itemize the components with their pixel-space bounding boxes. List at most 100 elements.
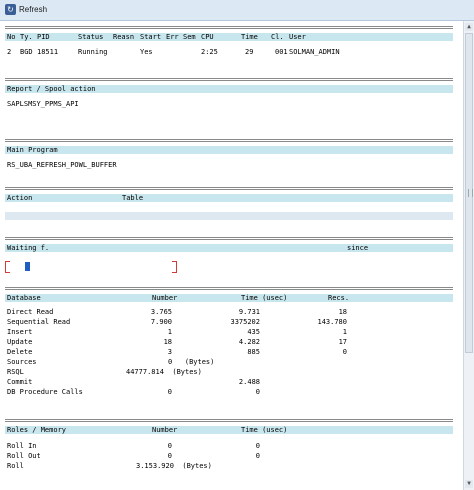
roles-number: 0: [167, 442, 172, 450]
selection-bracket-right: [172, 261, 177, 273]
main-program-title: Main Program: [7, 146, 58, 154]
database-row: Delete 3 885 0: [5, 347, 453, 357]
process-client: 001: [275, 48, 288, 56]
db-number: 0: [167, 388, 172, 396]
main-program-row: RS_UBA_REFRESH_POWL_BUFFER: [5, 160, 453, 170]
toolbar: ↻ Refresh: [0, 0, 474, 21]
db-recs: 0: [342, 348, 347, 356]
process-header-row: No Ty. PID Status Reasn Start Err Sem CP…: [5, 33, 453, 41]
database-row: DB Procedure Calls 0 0: [5, 387, 453, 397]
db-name: Insert: [7, 328, 33, 336]
roles-number: 0: [167, 452, 172, 460]
roles-rows: Roll In 0 0 Roll Out 0 0 Roll 3.153.920 (Byte…: [5, 441, 453, 471]
db-name: Delete: [7, 348, 33, 356]
col-waiting: Waiting f.: [7, 244, 50, 252]
roles-row: Roll 3.153.920 (Bytes): [5, 461, 453, 471]
db-time: 9.731: [238, 308, 260, 316]
report-row: SAPLSMSY_PPMS_API: [5, 99, 453, 109]
waiting-input[interactable]: [5, 261, 177, 273]
report-title: Report / Spool action: [7, 85, 96, 93]
db-number: 3.765: [150, 308, 172, 316]
col-number: Number: [152, 294, 178, 302]
col-database: Database: [7, 294, 41, 302]
db-time: 885: [247, 348, 260, 356]
roles-time: 0: [255, 452, 260, 460]
db-number: 1: [167, 328, 172, 336]
process-row[interactable]: 2 BGD 18511 Running Yes 2:25 29 001 SOLM…: [5, 47, 453, 57]
process-type: BGD: [20, 48, 33, 56]
process-time: 29: [245, 48, 254, 56]
db-recs: 1: [342, 328, 347, 336]
report-header: Report / Spool action: [5, 85, 453, 93]
col-cl: Cl.: [271, 33, 284, 41]
col-roles-number: Number: [152, 426, 178, 434]
roles-name: Roll: [7, 462, 24, 470]
db-name: DB Procedure Calls: [7, 388, 83, 396]
process-no: 2: [7, 48, 12, 56]
col-reasn: Reasn: [113, 33, 135, 41]
db-number: 0 (Bytes): [168, 358, 215, 366]
db-name: Update: [7, 338, 33, 346]
col-err: Err: [166, 33, 179, 41]
db-name: Commit: [7, 378, 33, 386]
col-recs: Recs.: [328, 294, 350, 302]
col-time-usec: Time (usec): [241, 294, 288, 302]
db-recs: 143.780: [317, 318, 347, 326]
db-name: Direct Read: [7, 308, 54, 316]
db-recs: 17: [338, 338, 347, 346]
database-row: Direct Read 3.765 9.731 18: [5, 307, 453, 317]
roles-header: Roles / Memory Number Time (usec): [5, 426, 453, 434]
scroll-up-arrow-icon[interactable]: ▲: [465, 23, 473, 31]
scroll-down-arrow-icon[interactable]: ▼: [465, 480, 473, 488]
roles-name: Roll Out: [7, 452, 41, 460]
process-cpu: 2:25: [201, 48, 218, 56]
col-cpu: CPU: [201, 33, 214, 41]
waiting-row: [5, 261, 453, 273]
database-row: RSQL 44777.814 (Bytes): [5, 367, 453, 377]
refresh-label: Refresh: [19, 5, 48, 14]
db-number: 3: [167, 348, 172, 356]
col-pid: PID: [37, 33, 50, 41]
process-user: SOLMAN_ADMIN: [289, 48, 340, 56]
roles-row: Roll In 0 0: [5, 441, 453, 451]
col-sem: Sem: [183, 33, 196, 41]
database-row: Update 18 4.282 17: [5, 337, 453, 347]
refresh-button[interactable]: ↻ Refresh: [5, 3, 47, 16]
db-recs: 18: [338, 308, 347, 316]
process-pid: 18511: [37, 48, 59, 56]
col-start: Start: [140, 33, 162, 41]
col-roles-time: Time (usec): [241, 426, 288, 434]
scrollbar-thumb[interactable]: [465, 33, 473, 353]
database-section: Database Number Time (usec) Recs. Direct…: [5, 287, 453, 410]
db-number: 44777.814 (Bytes): [126, 368, 202, 376]
db-name: Sources: [7, 358, 37, 366]
db-number: 18: [163, 338, 172, 346]
waiting-section: Waiting f. since: [5, 237, 453, 288]
refresh-icon: ↻: [5, 4, 16, 15]
details-pane: No Ty. PID Status Reasn Start Err Sem CP…: [0, 21, 462, 490]
roles-row: Roll Out 0 0: [5, 451, 453, 461]
db-time: 0: [255, 388, 260, 396]
col-roles-memory: Roles / Memory: [7, 426, 67, 434]
db-time: 4.282: [238, 338, 260, 346]
process-section: No Ty. PID Status Reasn Start Err Sem CP…: [5, 26, 453, 73]
roles-name: Roll In: [7, 442, 37, 450]
database-row: Commit 2.488: [5, 377, 453, 387]
report-value: SAPLSMSY_PPMS_API: [7, 100, 79, 108]
process-status: Running: [78, 48, 108, 56]
col-no: No: [7, 33, 16, 41]
action-empty-row: [5, 212, 453, 220]
roles-time: 0: [255, 442, 260, 450]
database-rows: Direct Read 3.765 9.731 18 Sequential Read 7…: [5, 307, 453, 397]
col-status: Status: [78, 33, 104, 41]
waiting-header: Waiting f. since: [5, 244, 453, 252]
database-row: Sequential Read 7.900 3375202 143.780: [5, 317, 453, 327]
database-header: Database Number Time (usec) Recs.: [5, 294, 453, 302]
col-since: since: [347, 244, 369, 252]
db-number: 7.900: [150, 318, 172, 326]
db-name: Sequential Read: [7, 318, 71, 326]
action-header: Action Table: [5, 194, 453, 202]
col-table: Table: [122, 194, 144, 202]
vertical-scrollbar[interactable]: ▲ ▼: [463, 21, 474, 490]
col-action: Action: [7, 194, 33, 202]
